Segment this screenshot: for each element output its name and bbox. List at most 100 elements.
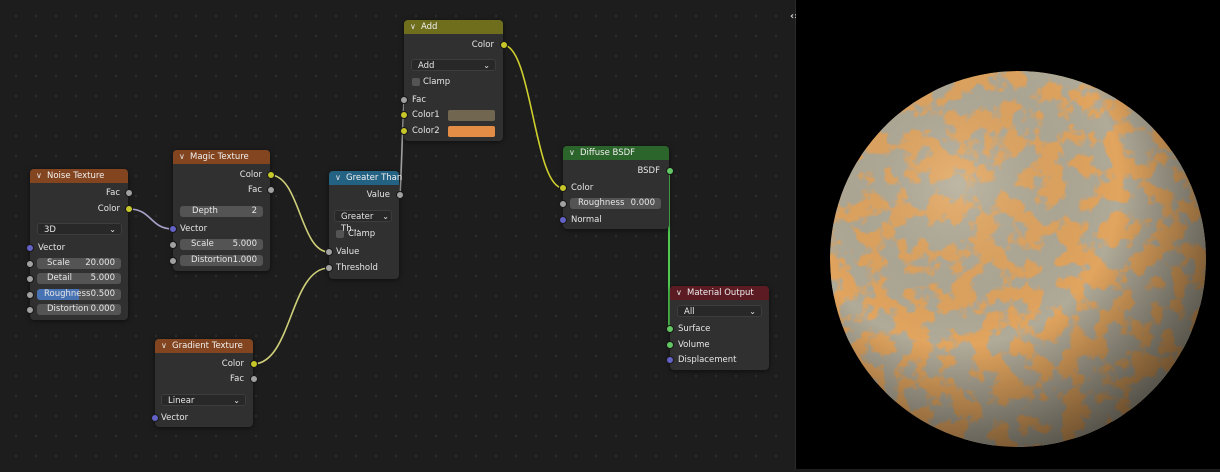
noise-distortion-socket[interactable] — [26, 306, 34, 314]
diffuse-bsdf-out-socket[interactable] — [666, 167, 674, 175]
depth-field[interactable]: Depth 2 — [180, 206, 263, 217]
node-title: Add — [421, 22, 438, 32]
chevron-down-icon[interactable]: ∨ — [410, 20, 416, 34]
output-fac-label: Fac — [106, 188, 120, 198]
diffuse-bsdf-header[interactable]: ∨ Diffuse BSDF — [563, 146, 669, 160]
distortion-field[interactable]: Distortion 0.000 — [37, 304, 121, 315]
chevron-down-icon[interactable]: ∨ — [676, 286, 682, 300]
noise-texture-node[interactable]: ∨ Noise Texture Fac Color 3D ⌄ Vector Scal… — [30, 169, 128, 320]
field-label: Distortion — [47, 304, 89, 314]
distortion-field[interactable]: Distortion 1.000 — [180, 255, 263, 266]
material-preview-viewport[interactable] — [796, 0, 1220, 469]
gradient-vector-socket[interactable] — [151, 414, 159, 422]
noise-color-socket[interactable] — [125, 205, 133, 213]
target-value: All — [684, 307, 695, 317]
greater-threshold-socket[interactable] — [325, 264, 333, 272]
chevron-down-icon[interactable]: ∨ — [36, 169, 42, 183]
noise-roughness-socket[interactable] — [26, 291, 34, 299]
noise-scale-socket[interactable] — [26, 260, 34, 268]
add-fac-socket[interactable] — [400, 96, 408, 104]
output-displacement-socket[interactable] — [666, 356, 674, 364]
noise-texture-header[interactable]: ∨ Noise Texture — [30, 169, 128, 183]
field-label: Depth — [191, 206, 218, 216]
diffuse-bsdf-node[interactable]: ∨ Diffuse BSDF BSDF Color Roughness 0.000 … — [563, 146, 669, 229]
chevron-down-icon[interactable]: ∨ — [179, 150, 185, 164]
gradient-fac-socket[interactable] — [250, 375, 258, 383]
greater-than-node[interactable]: ∨ Greater Than Value Greater Th... ⌄ Clamp… — [329, 171, 402, 279]
preview-sphere — [830, 71, 1206, 447]
add-color-out-socket[interactable] — [500, 41, 508, 49]
output-color-label: Color — [221, 359, 244, 369]
gradient-type-dropdown[interactable]: Linear ⌄ — [161, 394, 246, 406]
dimension-dropdown[interactable]: 3D ⌄ — [37, 223, 122, 235]
input-vector-label: Vector — [38, 243, 66, 253]
link-add-color-to-diffuse-color — [502, 44, 564, 189]
add-color2-socket[interactable] — [400, 127, 408, 135]
output-value-label: Value — [366, 190, 390, 200]
roughness-field[interactable]: Roughness 0.000 — [570, 198, 661, 209]
scale-field[interactable]: Scale 5.000 — [180, 239, 263, 250]
noise-vector-socket[interactable] — [26, 244, 34, 252]
magic-scale-socket[interactable] — [169, 241, 177, 249]
input-color2-label: Color2 — [412, 126, 440, 136]
output-color-label: Color — [239, 170, 262, 180]
field-value: 5.000 — [90, 273, 115, 283]
field-value: 2 — [251, 206, 257, 216]
output-surface-socket[interactable] — [666, 325, 674, 333]
field-label: Roughness — [578, 198, 625, 208]
material-output-header[interactable]: ∨ Material Output — [670, 286, 769, 300]
field-value: 0.000 — [90, 304, 115, 314]
field-label: Distortion — [191, 255, 233, 265]
magic-fac-socket[interactable] — [267, 186, 275, 194]
sphere-shading — [830, 71, 1206, 447]
magic-texture-header[interactable]: ∨ Magic Texture — [173, 150, 270, 164]
chevron-down-icon[interactable]: ∨ — [161, 339, 167, 353]
add-header[interactable]: ∨ Add — [404, 20, 503, 34]
diffuse-roughness-socket[interactable] — [559, 200, 567, 208]
noise-fac-socket[interactable] — [125, 189, 133, 197]
diffuse-normal-socket[interactable] — [559, 216, 567, 224]
gradient-texture-header[interactable]: ∨ Gradient Texture — [155, 339, 253, 353]
node-title: Diffuse BSDF — [580, 148, 636, 158]
detail-field[interactable]: Detail 5.000 — [37, 273, 121, 284]
magic-texture-node[interactable]: ∨ Magic Texture Color Fac Depth 2 Vector S… — [173, 150, 270, 271]
output-volume-socket[interactable] — [666, 341, 674, 349]
magic-color-socket[interactable] — [267, 171, 275, 179]
chevron-down-icon: ⌄ — [233, 396, 240, 405]
clamp-checkbox[interactable] — [412, 78, 420, 86]
clamp-checkbox[interactable] — [336, 230, 344, 238]
node-editor[interactable]: ∨ Noise Texture Fac Color 3D ⌄ Vector Scal… — [0, 0, 796, 469]
input-normal-label: Normal — [571, 215, 602, 225]
gradient-type-value: Linear — [168, 396, 195, 406]
output-color-label: Color — [97, 204, 120, 214]
chevron-down-icon: ⌄ — [483, 61, 490, 70]
material-output-node[interactable]: ∨ Material Output All ⌄ Surface Volume Dis… — [670, 286, 769, 370]
color1-swatch[interactable] — [448, 110, 495, 121]
roughness-slider[interactable]: Roughness 0.500 — [37, 289, 121, 300]
operation-dropdown[interactable]: Greater Th... ⌄ — [334, 210, 392, 234]
color2-swatch[interactable] — [448, 126, 495, 137]
greater-value-in-socket[interactable] — [325, 248, 333, 256]
greater-than-header[interactable]: ∨ Greater Than — [329, 171, 402, 185]
magic-vector-socket[interactable] — [169, 225, 177, 233]
add-mix-node[interactable]: ∨ Add Color Add ⌄ Clamp Fac Color1 Color2 — [404, 20, 503, 141]
link-magic-color-to-greater-value — [269, 174, 330, 253]
greater-value-out-socket[interactable] — [396, 191, 404, 199]
node-title: Material Output — [687, 288, 754, 298]
add-color1-socket[interactable] — [400, 111, 408, 119]
blend-mode-dropdown[interactable]: Add ⌄ — [411, 59, 496, 71]
input-color1-label: Color1 — [412, 110, 440, 120]
magic-distortion-socket[interactable] — [169, 257, 177, 265]
field-label: Scale — [47, 258, 70, 268]
gradient-texture-node[interactable]: ∨ Gradient Texture Color Fac Linear ⌄ Vect… — [155, 339, 253, 427]
diffuse-color-socket[interactable] — [559, 184, 567, 192]
link-gradient-color-to-greater-threshold — [252, 267, 330, 365]
gradient-color-socket[interactable] — [250, 360, 258, 368]
input-surface-label: Surface — [678, 324, 711, 334]
target-dropdown[interactable]: All ⌄ — [677, 305, 762, 317]
chevron-down-icon[interactable]: ∨ — [335, 171, 341, 185]
scale-field[interactable]: Scale 20.000 — [37, 258, 121, 269]
noise-detail-socket[interactable] — [26, 275, 34, 283]
chevron-down-icon[interactable]: ∨ — [569, 146, 575, 160]
output-bsdf-label: BSDF — [637, 166, 660, 176]
